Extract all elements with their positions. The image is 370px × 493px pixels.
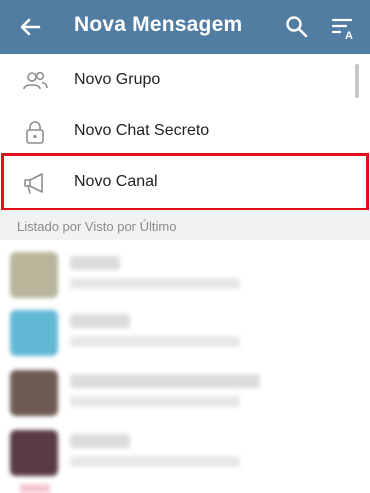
menu-item-label: Novo Chat Secreto [74, 122, 210, 139]
contact-row[interactable] [0, 422, 370, 480]
contact-name [70, 434, 130, 448]
contact-status [70, 336, 240, 347]
lock-icon [26, 121, 44, 144]
sort-alpha-icon[interactable]: A [328, 11, 360, 43]
contact-row[interactable] [0, 244, 370, 302]
section-header: Listado por Visto por Último [0, 210, 370, 240]
section-header-label: Listado por Visto por Último [17, 219, 177, 234]
page-title: Nova Mensagem [74, 13, 243, 36]
contact-status [70, 278, 240, 289]
menu-item-new-secret-chat[interactable]: Novo Chat Secreto [0, 106, 370, 157]
contact-status [70, 456, 240, 467]
contact-name [70, 374, 260, 388]
contact-status [70, 396, 240, 407]
menu-item-label: Novo Grupo [74, 71, 161, 88]
search-icon[interactable] [281, 11, 313, 43]
scrollbar[interactable] [355, 64, 359, 98]
contact-name [70, 256, 120, 270]
avatar [20, 484, 50, 493]
svg-text:A: A [345, 30, 353, 42]
avatar [10, 370, 58, 416]
group-icon [23, 71, 48, 90]
avatar [10, 252, 58, 298]
app-bar: Nova Mensagem A [0, 0, 370, 54]
highlight-box [1, 153, 369, 211]
contact-name [70, 314, 130, 328]
avatar [10, 310, 58, 356]
contact-row[interactable] [0, 362, 370, 420]
avatar [10, 430, 58, 476]
contact-row[interactable] [0, 302, 370, 360]
menu-item-new-group[interactable]: Novo Grupo [0, 55, 370, 106]
arrow-left-icon[interactable] [14, 11, 46, 43]
